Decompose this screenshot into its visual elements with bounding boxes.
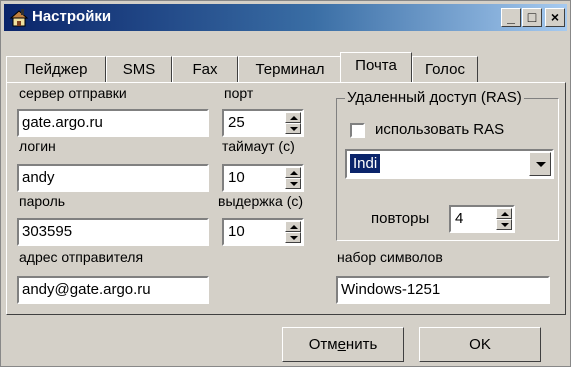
delay-spinner[interactable]: 10 bbox=[222, 218, 304, 246]
port-spinner[interactable]: 25 bbox=[222, 109, 304, 137]
tab-sms[interactable]: SMS bbox=[106, 56, 172, 82]
timeout-spinner[interactable]: 10 bbox=[222, 164, 304, 192]
arrow-down-icon bbox=[290, 127, 298, 131]
delay-up-button[interactable] bbox=[285, 221, 301, 232]
charset-label: набор символов bbox=[337, 249, 443, 265]
delay-down-button[interactable] bbox=[285, 232, 301, 243]
timeout-up-button[interactable] bbox=[285, 167, 301, 178]
timeout-value: 10 bbox=[228, 169, 245, 186]
tab-pager[interactable]: Пейджер bbox=[6, 56, 106, 82]
ras-connection-dropdown-button[interactable] bbox=[529, 152, 551, 176]
sender-label: адрес отправителя bbox=[19, 249, 144, 265]
port-up-button[interactable] bbox=[285, 112, 301, 123]
arrow-up-icon bbox=[290, 225, 298, 229]
retries-value: 4 bbox=[455, 210, 464, 227]
retries-spinner[interactable]: 4 bbox=[449, 205, 515, 233]
tab-terminal[interactable]: Терминал bbox=[238, 56, 342, 82]
minimize-button[interactable]: _ bbox=[501, 8, 521, 27]
login-label: логин bbox=[19, 138, 56, 154]
home-settings-icon bbox=[9, 9, 29, 27]
delay-value: 10 bbox=[228, 223, 245, 240]
password-input[interactable]: 303595 bbox=[17, 218, 209, 246]
arrow-up-icon bbox=[290, 171, 298, 175]
retries-down-button[interactable] bbox=[496, 219, 512, 230]
window-title: Настройки bbox=[32, 8, 112, 25]
cancel-label-suffix: нить bbox=[345, 336, 378, 353]
arrow-down-icon bbox=[290, 236, 298, 240]
charset-input[interactable]: Windows-1251 bbox=[336, 276, 550, 304]
ok-button[interactable]: OK bbox=[419, 327, 541, 362]
chevron-down-icon bbox=[536, 162, 546, 167]
settings-window: Настройки _ □ × Пейджер SMS Fax Терминал… bbox=[0, 0, 571, 367]
server-input[interactable]: gate.argo.ru bbox=[17, 109, 209, 137]
cancel-button[interactable]: Отменить bbox=[282, 327, 404, 362]
ras-connection-select[interactable]: Indi bbox=[345, 149, 554, 179]
sender-input[interactable]: andy@gate.argo.ru bbox=[17, 276, 209, 304]
title-bar[interactable]: Настройки _ □ × bbox=[4, 4, 567, 31]
arrow-down-icon bbox=[290, 182, 298, 186]
use-ras-checkbox[interactable] bbox=[350, 123, 365, 138]
ras-group-title: Удаленный доступ (RAS) bbox=[345, 89, 524, 106]
tab-mail[interactable]: Почта bbox=[340, 52, 412, 82]
cancel-label-prefix: Отм bbox=[308, 336, 338, 353]
arrow-up-icon bbox=[501, 212, 509, 216]
timeout-down-button[interactable] bbox=[285, 178, 301, 189]
delay-label: выдержка (с) bbox=[218, 193, 304, 209]
close-button[interactable]: × bbox=[545, 8, 565, 27]
server-label: сервер отправки bbox=[19, 85, 127, 101]
use-ras-label[interactable]: использовать RAS bbox=[375, 121, 504, 138]
login-input[interactable]: andy bbox=[17, 164, 209, 192]
password-label: пароль bbox=[19, 193, 66, 209]
port-down-button[interactable] bbox=[285, 123, 301, 134]
retries-up-button[interactable] bbox=[496, 208, 512, 219]
arrow-up-icon bbox=[290, 116, 298, 120]
ras-connection-value: Indi bbox=[350, 154, 381, 173]
cancel-label-hotkey: е bbox=[337, 336, 346, 353]
port-label: порт bbox=[224, 85, 254, 101]
maximize-button[interactable]: □ bbox=[522, 8, 542, 27]
timeout-label: таймаут (с) bbox=[222, 138, 295, 154]
arrow-down-icon bbox=[501, 223, 509, 227]
tab-fax[interactable]: Fax bbox=[172, 56, 238, 82]
retries-label: повторы bbox=[371, 210, 430, 227]
tab-voice[interactable]: Голос bbox=[412, 56, 478, 82]
port-value: 25 bbox=[228, 114, 245, 131]
